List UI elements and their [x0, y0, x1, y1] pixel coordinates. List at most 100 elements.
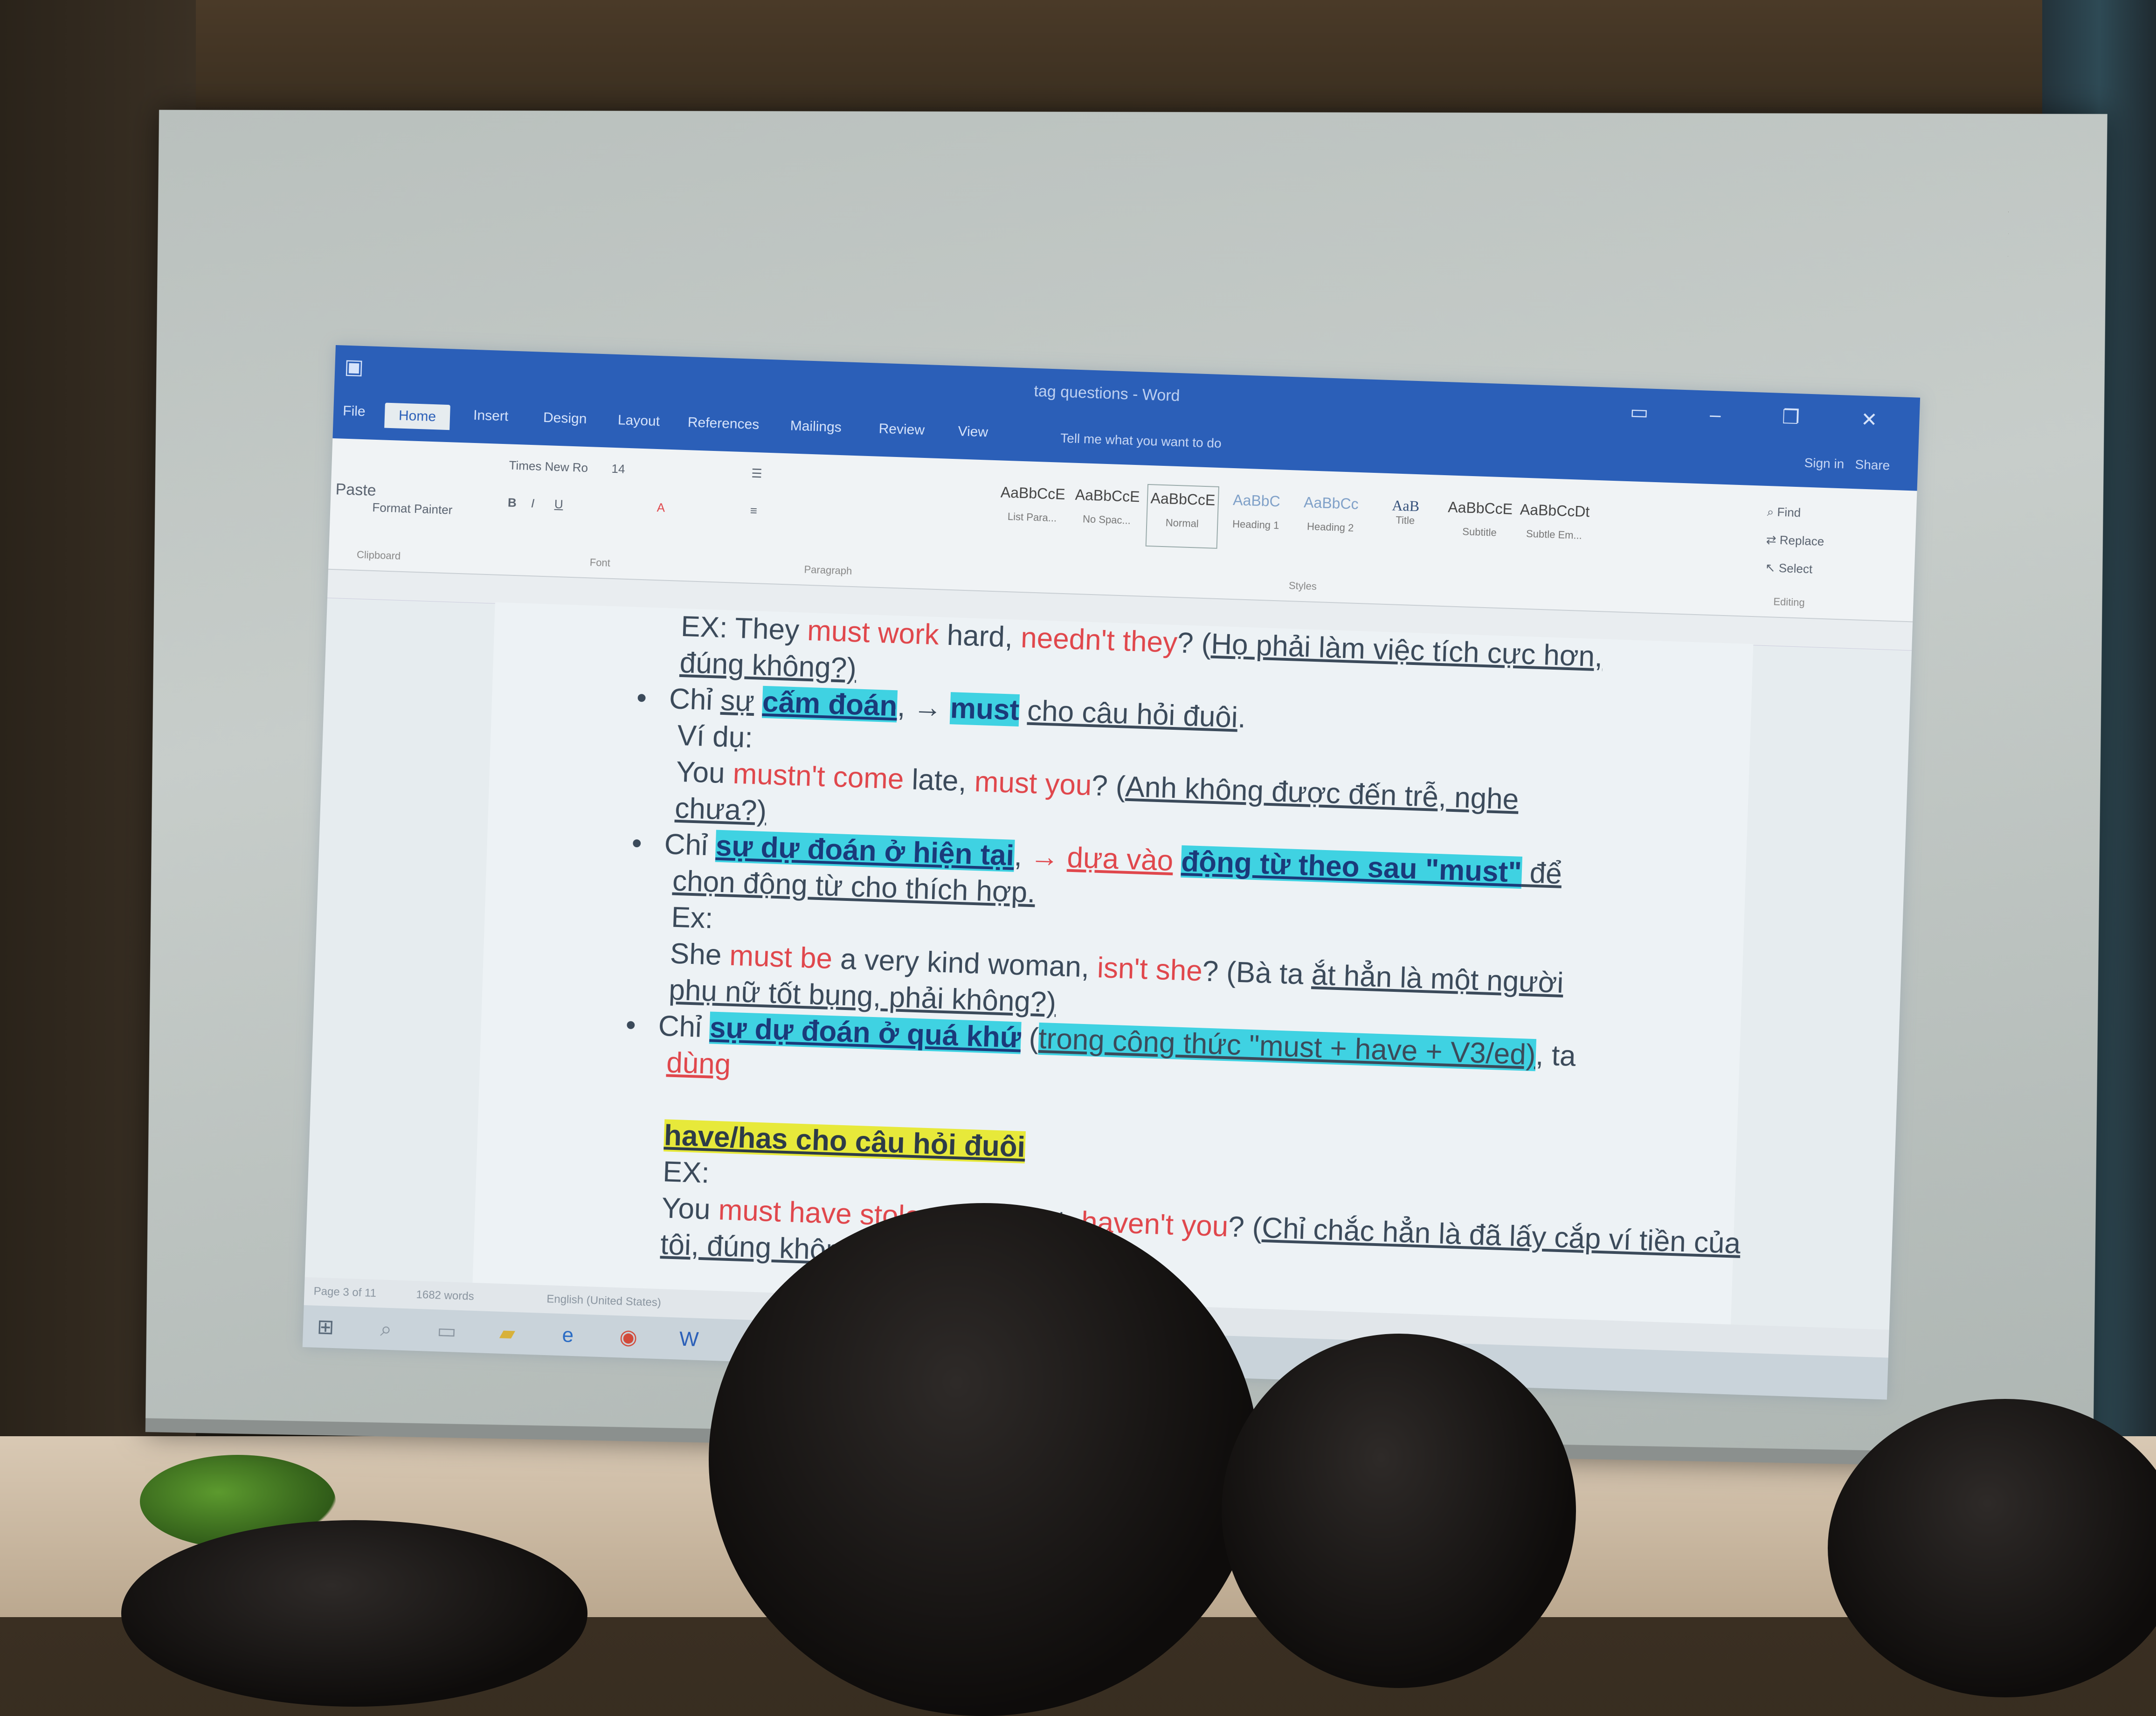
task-view-icon[interactable]: ▭ [433, 1318, 460, 1345]
format-painter-button[interactable]: Format Painter [372, 500, 453, 518]
text: a very kind woman, [831, 943, 1098, 984]
tab-home[interactable]: Home [384, 402, 450, 430]
replace-icon: ⇄ [1766, 532, 1777, 547]
font-name-select[interactable]: Times New Ro [509, 458, 588, 475]
style-subtitle[interactable]: AaBbCcE Subtitle [1444, 494, 1515, 557]
editing-group-label: Editing [1773, 595, 1805, 609]
chrome-icon[interactable]: ◉ [615, 1324, 642, 1351]
ceiling [0, 0, 2156, 107]
style-heading-2[interactable]: AaBbCc Heading 2 [1295, 489, 1367, 552]
replace-label: Replace [1779, 533, 1824, 549]
bullets-icon[interactable]: ☰ [751, 466, 762, 481]
style-normal[interactable]: AaBbCcE Normal [1145, 484, 1219, 549]
style-name: Subtitle [1462, 526, 1497, 539]
audience-head [1222, 1334, 1576, 1688]
style-name: Subtle Em... [1526, 527, 1582, 541]
arrow-icon: → [912, 691, 943, 724]
find-label: Find [1777, 505, 1801, 520]
bullet-icon: • [631, 827, 643, 860]
search-icon: ⌕ [1767, 504, 1774, 519]
find-button[interactable]: ⌕ Find [1767, 505, 1801, 520]
style-preview: AaB [1391, 497, 1420, 515]
text: Chỉ [669, 683, 721, 717]
tab-layout[interactable]: Layout [617, 412, 660, 429]
system-clock [1866, 1364, 1870, 1377]
text-underlined: cho câu hỏi đuôi [1027, 694, 1238, 734]
audience-head [709, 1203, 1259, 1716]
style-preview: AaBbCcE [1447, 498, 1513, 518]
window-controls[interactable]: ▭ – ❐ ✕ [1630, 400, 1906, 432]
text: hard, [938, 619, 1022, 654]
text: ( [1020, 1022, 1039, 1055]
style-title[interactable]: AaB Title [1369, 491, 1441, 554]
style-list-paragraph[interactable]: AaBbCcE List Para... [996, 479, 1068, 542]
paste-button[interactable]: Paste [335, 480, 376, 500]
style-name: Normal [1165, 517, 1199, 530]
italic-icon[interactable]: I [531, 496, 534, 511]
text: Chỉ [663, 828, 717, 862]
style-no-spacing[interactable]: AaBbCcE No Spac... [1071, 482, 1143, 545]
tab-insert[interactable]: Insert [473, 408, 509, 424]
style-name: Heading 1 [1232, 518, 1279, 532]
language-indicator[interactable]: English (United States) [546, 1293, 661, 1309]
text: Chỉ [657, 1010, 711, 1044]
style-preview: AaBbCcE [1150, 490, 1216, 509]
tab-references[interactable]: References [687, 415, 759, 433]
styles-group-label: Styles [1288, 580, 1317, 593]
text: . [1237, 701, 1247, 734]
sign-in-link[interactable]: Sign in Share [1804, 456, 1890, 473]
font-color-icon[interactable]: A [656, 500, 665, 515]
text: You [661, 1192, 719, 1226]
tab-mailings[interactable]: Mailings [790, 418, 842, 436]
bullet-icon: • [636, 681, 648, 714]
tell-me-box[interactable]: Tell me what you want to do [1060, 431, 1222, 451]
share-label: Share [1855, 457, 1890, 473]
text: ? ( [1228, 1211, 1263, 1244]
style-subtle-emphasis[interactable]: AaBbCcDt Subtle Em... [1518, 496, 1590, 559]
windows-icon[interactable]: ⊞ [312, 1314, 339, 1341]
text-red: must work [807, 614, 940, 651]
replace-button[interactable]: ⇄ Replace [1766, 533, 1824, 549]
text: You [675, 755, 733, 790]
text: late, [903, 763, 975, 798]
underline-icon[interactable]: U [554, 497, 563, 512]
page-count[interactable]: Page 3 of 11 [313, 1285, 376, 1300]
tab-design[interactable]: Design [543, 410, 587, 427]
sign-in-label: Sign in [1804, 455, 1845, 471]
text-red: dựa vào [1066, 841, 1174, 878]
text-underlined: sự [720, 684, 755, 718]
text-red: must you [974, 765, 1092, 802]
text-highlight: must [949, 692, 1020, 727]
font-size-select[interactable]: 14 [611, 462, 625, 477]
style-preview: AaBbCcDt [1520, 501, 1590, 520]
file-explorer-icon[interactable]: ▰ [494, 1320, 521, 1347]
align-left-icon[interactable]: ≡ [750, 504, 757, 518]
style-preview: AaBbCc [1303, 494, 1359, 512]
select-button[interactable]: ↖ Select [1765, 560, 1812, 576]
tab-view[interactable]: View [958, 423, 988, 440]
bold-icon[interactable]: B [507, 495, 517, 510]
text: ? ( [1176, 627, 1212, 660]
document-title: tag questions - Word [1033, 382, 1181, 405]
search-icon[interactable]: ⌕ [373, 1316, 400, 1343]
text-red: must be [729, 939, 833, 976]
style-name: List Para... [1007, 510, 1057, 524]
text: EX: They [680, 610, 808, 647]
text-red: needn't they [1020, 622, 1178, 659]
save-icon[interactable]: ▣ [344, 355, 364, 379]
audience-head [121, 1520, 587, 1707]
style-heading-1[interactable]: AaBbC Heading 1 [1220, 486, 1292, 549]
style-preview: AaBbC [1232, 491, 1281, 510]
text-underlined: để [1521, 856, 1562, 890]
edge-icon[interactable]: e [554, 1322, 581, 1349]
document-page[interactable]: EX: They must work hard, needn't they? (… [472, 602, 1754, 1343]
word-count[interactable]: 1682 words [416, 1288, 474, 1303]
clipboard-group-label: Clipboard [356, 548, 401, 562]
style-preview: AaBbCcE [1000, 484, 1066, 503]
word-icon[interactable]: W [676, 1326, 703, 1353]
tab-review[interactable]: Review [878, 421, 925, 438]
text: , [897, 690, 914, 723]
tab-file[interactable]: File [343, 403, 366, 420]
text: She [669, 937, 730, 972]
text: , [1013, 839, 1031, 872]
